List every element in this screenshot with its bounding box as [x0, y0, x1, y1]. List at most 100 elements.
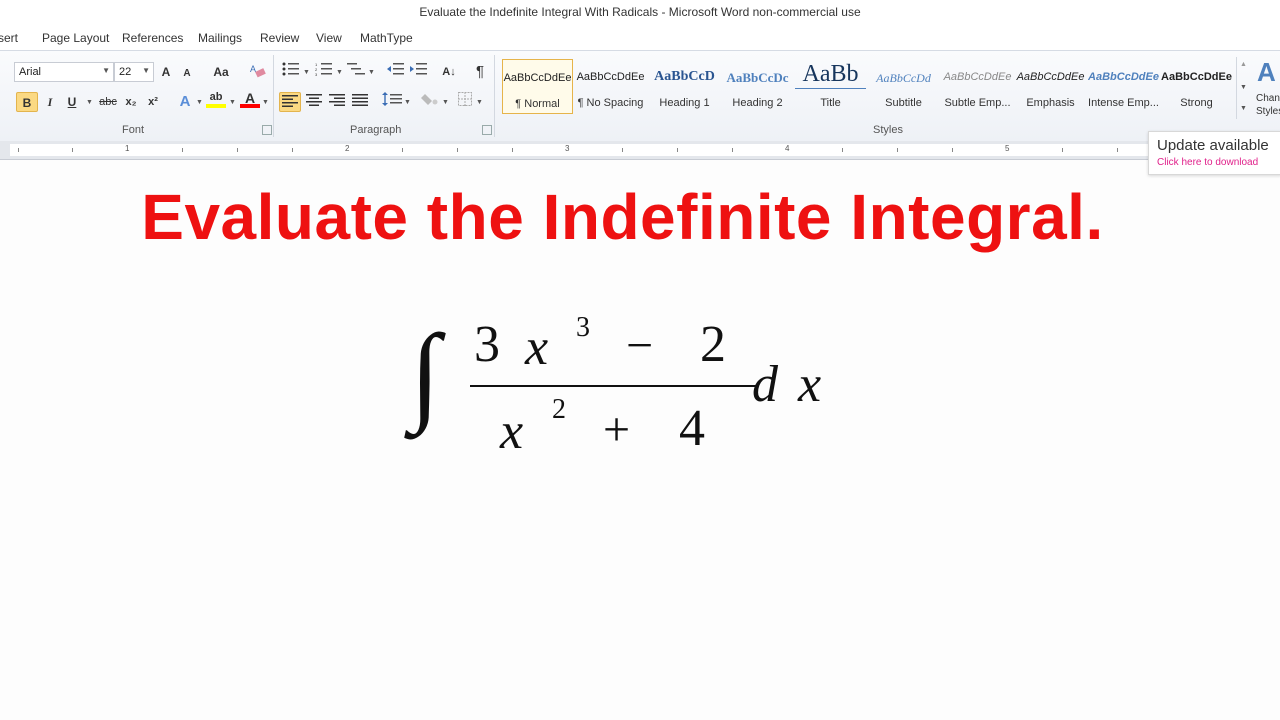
- ruler-tick: [512, 148, 513, 152]
- style-name: Intense Emp...: [1088, 97, 1159, 109]
- chevron-down-icon: ▼: [476, 99, 483, 106]
- numerator-exponent: 3: [576, 312, 590, 343]
- style-sample: AaBbCcDdEe: [1161, 71, 1232, 83]
- style-title[interactable]: AaBb Title: [795, 59, 866, 114]
- tab-insert[interactable]: sert: [0, 31, 18, 45]
- underline-button[interactable]: U: [64, 92, 80, 112]
- chevron-down-icon: ▼: [442, 99, 449, 106]
- tab-mailings[interactable]: Mailings: [198, 31, 242, 45]
- text-highlight-button[interactable]: ab: [206, 90, 226, 108]
- style-normal[interactable]: AaBbCcDdEe ¶ Normal: [502, 59, 573, 114]
- update-title: Update available: [1157, 137, 1269, 154]
- style-name: Strong: [1180, 97, 1213, 109]
- numerator-operator: −: [626, 319, 654, 372]
- style-no-spacing[interactable]: AaBbCcDdEe ¶ No Spacing: [575, 59, 646, 114]
- chevron-up-icon[interactable]: ▲: [1240, 61, 1247, 68]
- style-sample: AaBbCcD: [654, 69, 715, 84]
- style-name: Heading 2: [732, 97, 783, 109]
- ruler-tick: [952, 148, 953, 152]
- subscript-button[interactable]: x₂: [122, 92, 140, 112]
- grow-font-button[interactable]: A: [157, 62, 175, 82]
- align-right-icon[interactable]: [327, 92, 347, 112]
- font-dialog-launcher-icon[interactable]: [262, 125, 272, 135]
- justify-icon[interactable]: [350, 92, 370, 112]
- align-left-icon[interactable]: [279, 92, 301, 112]
- styles-gallery-scroll[interactable]: ▲ ▼ ▼: [1236, 57, 1251, 119]
- increase-indent-icon[interactable]: [409, 62, 429, 82]
- update-notification[interactable]: Update available Click here to download: [1148, 131, 1280, 175]
- tab-review[interactable]: Review: [260, 31, 299, 45]
- change-styles-button[interactable]: A Chan Styles: [1252, 55, 1280, 121]
- style-name: ¶ No Spacing: [577, 97, 644, 109]
- tab-page-layout[interactable]: Page Layout: [42, 31, 109, 45]
- style-strong[interactable]: AaBbCcDdEe Strong: [1161, 59, 1232, 114]
- chevron-down-icon: ▼: [303, 69, 310, 76]
- ruler-tick: [897, 148, 898, 152]
- shrink-font-button[interactable]: A: [179, 64, 195, 84]
- font-size-combo[interactable]: 22 ▼: [114, 62, 154, 82]
- style-intense-emphasis[interactable]: AaBbCcDdEe Intense Emp...: [1088, 59, 1159, 114]
- svg-text:A: A: [250, 64, 256, 74]
- denominator-variable: x: [500, 403, 524, 460]
- ruler-tick: [677, 148, 678, 152]
- ruler-tick: [842, 148, 843, 152]
- sort-button[interactable]: A↓: [439, 62, 459, 82]
- differential-d: d: [752, 356, 778, 413]
- italic-button[interactable]: I: [42, 92, 58, 112]
- ribbon-tabs: sert Page Layout References Mailings Rev…: [0, 26, 1280, 50]
- denominator-constant: 4: [679, 400, 705, 457]
- font-name-combo[interactable]: Arial ▼: [14, 62, 114, 82]
- align-center-icon[interactable]: [304, 92, 324, 112]
- style-heading-1[interactable]: AaBbCcD Heading 1: [649, 59, 720, 114]
- integral-sign: ∫: [410, 312, 441, 434]
- ruler-tick: [732, 148, 733, 152]
- text-effects-button[interactable]: A: [176, 92, 194, 112]
- style-sample: AaBbCcDdEe: [503, 72, 572, 84]
- change-case-button[interactable]: Aa: [208, 62, 234, 82]
- style-sample: AaBb: [795, 61, 866, 89]
- style-heading-2[interactable]: AaBbCcDc Heading 2: [722, 59, 793, 114]
- bold-button[interactable]: B: [16, 92, 38, 112]
- shading-icon[interactable]: [420, 92, 440, 112]
- ruler-tick: [457, 148, 458, 152]
- style-name: Subtitle: [885, 97, 922, 109]
- style-emphasis[interactable]: AaBbCcDdEe Emphasis: [1015, 59, 1086, 114]
- line-spacing-icon[interactable]: [381, 92, 403, 112]
- ruler-number: 5: [1005, 144, 1010, 153]
- tab-view[interactable]: View: [316, 31, 342, 45]
- window-title: Evaluate the Indefinite Integral With Ra…: [419, 5, 861, 19]
- show-formatting-button[interactable]: ¶: [470, 62, 490, 82]
- clear-formatting-icon[interactable]: A: [248, 62, 268, 82]
- ruler-number: 4: [785, 144, 790, 153]
- bullets-icon[interactable]: [281, 62, 301, 82]
- strikethrough-button[interactable]: abc: [97, 92, 119, 112]
- chevron-down-icon: ▼: [336, 69, 343, 76]
- styles-group-label: Styles: [873, 124, 903, 136]
- borders-icon[interactable]: [455, 92, 475, 112]
- update-download-link[interactable]: Click here to download: [1157, 157, 1258, 168]
- ruler-number: 3: [565, 144, 570, 153]
- chevron-down-icon[interactable]: ▼: [1240, 84, 1247, 91]
- font-group-label: Font: [122, 124, 145, 136]
- font-color-button[interactable]: A: [240, 90, 260, 108]
- horizontal-ruler[interactable]: 1 2 3 4 5: [0, 141, 1280, 160]
- tab-mathtype[interactable]: MathType: [360, 31, 413, 45]
- multilevel-list-icon[interactable]: [346, 62, 366, 82]
- paragraph-dialog-launcher-icon[interactable]: [482, 125, 492, 135]
- ruler-tick: [1117, 148, 1118, 152]
- paragraph-group-label: Paragraph: [350, 124, 402, 136]
- tab-references[interactable]: References: [122, 31, 183, 45]
- ruler-tick: [72, 148, 73, 152]
- superscript-button[interactable]: x²: [144, 92, 162, 112]
- numerator-constant: 2: [700, 316, 726, 373]
- numbering-icon[interactable]: 123: [314, 62, 334, 82]
- chevron-down-icon: ▼: [142, 66, 150, 75]
- title-bar: Evaluate the Indefinite Integral With Ra…: [0, 0, 1280, 26]
- style-subtitle[interactable]: AaBbCcDd Subtitle: [868, 59, 939, 114]
- style-subtle-emphasis[interactable]: AaBbCcDdEe Subtle Emp...: [942, 59, 1013, 114]
- svg-text:A: A: [1257, 57, 1276, 85]
- decrease-indent-icon[interactable]: [386, 62, 406, 82]
- numerator-variable: x: [525, 319, 549, 376]
- more-styles-icon[interactable]: ▼: [1240, 105, 1247, 112]
- denominator-operator: +: [603, 403, 631, 456]
